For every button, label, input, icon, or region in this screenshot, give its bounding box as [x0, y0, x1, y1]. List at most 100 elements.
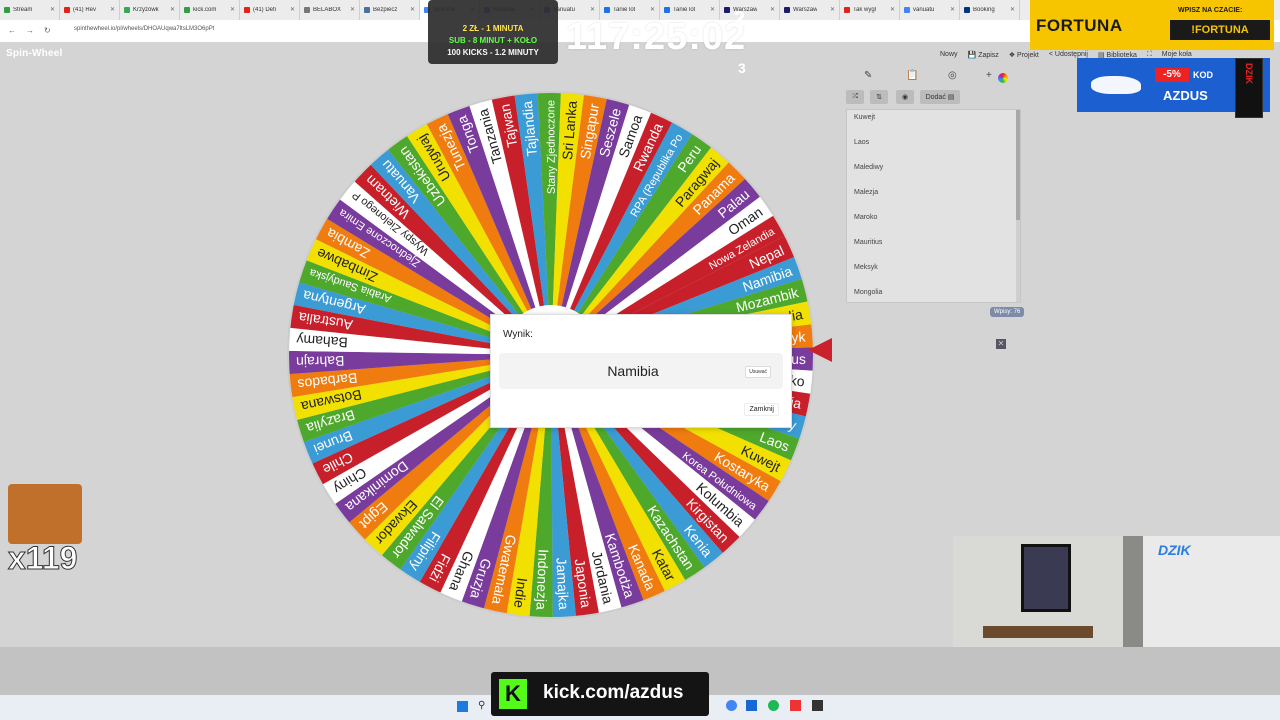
result-dialog-title: Wynik: — [503, 329, 533, 340]
browser-tab[interactable]: Stream ✕ — [0, 0, 60, 20]
webcam-dzik-logo: DZIK — [1158, 542, 1191, 558]
tab-label: kick.com — [193, 7, 217, 13]
entries-scrollbar[interactable] — [1016, 110, 1020, 302]
dzik-ad: -5% KOD AZDUS DZIK — [1077, 58, 1270, 118]
plus-icon[interactable]: + — [986, 70, 992, 81]
browser-tab[interactable]: (41) Rev ✕ — [60, 0, 120, 20]
browser-tab[interactable]: vanuatu ✕ — [900, 0, 960, 20]
result-dialog: Wynik: Namibia Usuwać Zamknij — [490, 314, 792, 428]
tab-close-icon[interactable]: ✕ — [590, 6, 595, 13]
entry-item[interactable]: Malediwy — [847, 160, 1020, 185]
tab-close-icon[interactable]: ✕ — [170, 6, 175, 13]
tab-label: Bezpiecz — [373, 7, 398, 13]
tab-label: Tak wygl — [853, 7, 877, 13]
back-icon[interactable]: ← — [8, 26, 16, 35]
forward-icon[interactable]: → — [26, 26, 34, 35]
close-icon[interactable]: ✕ — [996, 339, 1006, 349]
tab-label: Warszaw — [793, 7, 818, 13]
close-dialog-button[interactable]: Zamknij — [744, 403, 779, 416]
entry-item[interactable]: Mauritius — [847, 235, 1020, 260]
entries-list[interactable]: Kuwejt Laos Malediwy Malezja Maroko Mauritius… — [846, 109, 1021, 303]
entry-item[interactable]: Meksyk — [847, 260, 1020, 285]
app-icon[interactable] — [746, 700, 757, 711]
color-wheel-icon[interactable] — [998, 73, 1008, 83]
tab-close-icon[interactable]: ✕ — [290, 6, 295, 13]
pencil-icon[interactable]: ✎ — [864, 70, 872, 81]
chrome-icon[interactable] — [726, 700, 737, 711]
tab-favicon-icon — [964, 7, 970, 13]
tab-close-icon[interactable]: ✕ — [830, 6, 835, 13]
clipboard-icon[interactable]: 📋 — [906, 70, 918, 81]
timer-increment-top: 2 — [734, 8, 746, 30]
entry-item[interactable]: Maroko — [847, 210, 1020, 235]
menu-new[interactable]: Nowy — [940, 51, 958, 59]
editor-tools: ✎ 📋 ◎ + — [846, 70, 1022, 84]
browser-tab[interactable]: Bezpiecz ✕ — [360, 0, 420, 20]
tab-close-icon[interactable]: ✕ — [890, 6, 895, 13]
spotify-icon[interactable] — [768, 700, 779, 711]
entry-item[interactable]: Kuwejt — [847, 110, 1020, 135]
dzik-kod-label: KOD — [1193, 70, 1213, 80]
shuffle-button[interactable]: ⤮ — [846, 90, 864, 104]
fortuna-cta: WPISZ NA CZACIE: — [1178, 7, 1243, 14]
tab-favicon-icon — [604, 7, 610, 13]
entries-scrollbar-thumb[interactable] — [1016, 110, 1020, 220]
subathon-timer: 117:25:02 — [566, 16, 747, 58]
dzik-can-brand: DZIK — [1244, 63, 1254, 84]
dzik-code-name: AZDUS — [1163, 88, 1208, 103]
recorder-icon[interactable] — [790, 700, 801, 711]
remove-button[interactable]: Usuwać — [745, 366, 771, 378]
donation-line-1: 2 ZŁ - 1 MINUTA — [462, 24, 524, 33]
eye-hidden-icon[interactable]: ◎ — [948, 70, 957, 81]
tab-close-icon[interactable]: ✕ — [350, 6, 355, 13]
terminal-icon[interactable] — [812, 700, 823, 711]
tab-favicon-icon — [4, 7, 10, 13]
entries-count-badge: Wpisy: 76 — [990, 307, 1025, 317]
timer-increment-bottom: 3 — [738, 60, 746, 76]
browser-tab[interactable]: BELABOX ✕ — [300, 0, 360, 20]
browser-tab[interactable]: kick.com ✕ — [180, 0, 240, 20]
tab-favicon-icon — [784, 7, 790, 13]
tab-favicon-icon — [64, 7, 70, 13]
windows-start-icon[interactable] — [457, 701, 468, 712]
browser-tab[interactable]: Warszaw ✕ — [780, 0, 840, 20]
menu-project-label: Projekt — [1017, 52, 1039, 59]
tab-close-icon[interactable]: ✕ — [110, 6, 115, 13]
tab-label: (41) Rev — [73, 7, 97, 13]
fortuna-logo: FORTUNA — [1036, 16, 1123, 35]
browser-tab[interactable]: Krzyżówk ✕ — [120, 0, 180, 20]
browser-tab[interactable]: (41) Defi ✕ — [240, 0, 300, 20]
tab-close-icon[interactable]: ✕ — [1010, 6, 1015, 13]
tab-close-icon[interactable]: ✕ — [410, 6, 415, 13]
sort-button[interactable]: ⇅ — [870, 90, 888, 104]
reload-icon[interactable]: ↻ — [44, 26, 51, 35]
webcam-poster — [1021, 544, 1071, 612]
emote-image — [8, 484, 82, 544]
image-button[interactable]: ◉ — [896, 90, 914, 104]
tab-close-icon[interactable]: ✕ — [230, 6, 235, 13]
app-logo[interactable]: Spin-Wheel — [6, 48, 62, 59]
wheel-segment-label: Bahrajn — [296, 353, 345, 370]
menu-project[interactable]: ❖ Projekt — [1009, 51, 1039, 59]
tab-close-icon[interactable]: ✕ — [710, 6, 715, 13]
browser-tab[interactable]: Booking ✕ — [960, 0, 1020, 20]
entry-item[interactable]: Malezja — [847, 185, 1020, 210]
search-icon[interactable]: ⚲ — [478, 700, 485, 711]
wheel-segment-label: Bahamy — [296, 332, 348, 351]
tab-close-icon[interactable]: ✕ — [650, 6, 655, 13]
kick-banner: K kick.com/azdus — [491, 672, 709, 716]
tab-favicon-icon — [124, 7, 130, 13]
tab-label: BELABOX — [313, 7, 342, 13]
kick-logo: K — [499, 679, 527, 709]
entry-item[interactable]: Mongolia — [847, 285, 1020, 302]
tab-close-icon[interactable]: ✕ — [950, 6, 955, 13]
menu-save[interactable]: 💾 Zapisz — [968, 51, 999, 59]
browser-tab[interactable]: Tak wygl ✕ — [840, 0, 900, 20]
tab-close-icon[interactable]: ✕ — [770, 6, 775, 13]
tab-favicon-icon — [364, 7, 370, 13]
entry-item[interactable]: Laos — [847, 135, 1020, 160]
tab-close-icon[interactable]: ✕ — [50, 6, 55, 13]
url-field[interactable]: spinthewheel.io/pl/wheels/DHOAUqwa7ltsLM… — [74, 26, 214, 32]
webcam-shelf-items — [983, 626, 1093, 638]
add-button[interactable]: Dodać ▤ — [920, 90, 960, 104]
